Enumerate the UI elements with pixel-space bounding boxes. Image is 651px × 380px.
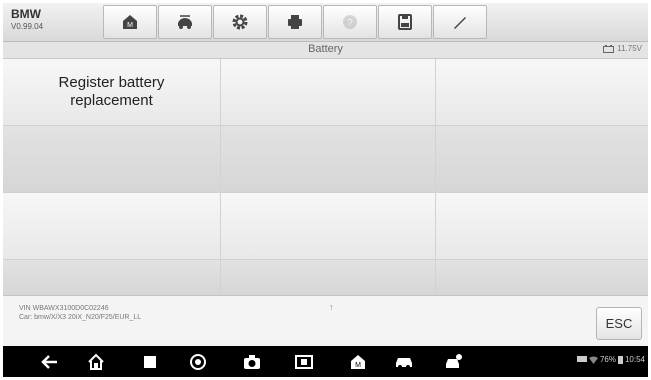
help-icon: ? <box>343 15 357 29</box>
brand-name: BMW <box>11 7 41 21</box>
wifi-icon <box>588 356 598 364</box>
home-icon <box>88 353 104 370</box>
maxisys-home-button[interactable]: M <box>347 351 369 373</box>
recent-apps-button[interactable] <box>139 351 161 373</box>
voltage-value: 11.75V <box>617 44 642 53</box>
browser-icon <box>190 354 206 370</box>
home-icon: M <box>123 15 137 29</box>
grid-row: Register battery replacement <box>3 59 648 125</box>
svg-text:M: M <box>127 22 133 29</box>
vehicle-swap-icon <box>178 15 192 29</box>
vin-text: VIN WBAWX3100D0C02246 <box>19 305 109 312</box>
print-icon <box>288 15 302 29</box>
grid-row <box>3 260 648 295</box>
svg-text:?: ? <box>347 18 353 29</box>
edit-button[interactable] <box>433 5 487 39</box>
save-button[interactable] <box>378 5 432 39</box>
software-version: V0.99.04 <box>11 22 44 31</box>
back-button[interactable] <box>39 351 61 373</box>
empty-cell <box>436 59 648 125</box>
print-button[interactable] <box>268 5 322 39</box>
empty-cell <box>3 260 221 295</box>
status-area: 76% 10:54 <box>576 355 645 364</box>
browser-button[interactable] <box>187 351 209 373</box>
toolbar-buttons: M ? <box>103 5 488 39</box>
help-button[interactable]: ? <box>323 5 377 39</box>
car-button[interactable] <box>393 351 415 373</box>
camera-button[interactable] <box>241 351 263 373</box>
esc-button[interactable]: ESC <box>596 307 642 340</box>
empty-cell <box>221 126 436 192</box>
edit-pen-icon <box>454 17 466 29</box>
car-service-button[interactable] <box>443 351 465 373</box>
recent-apps-icon <box>144 356 156 368</box>
save-icon <box>398 14 412 30</box>
function-grid: Register battery replacement <box>3 59 648 295</box>
car-path-text: Car: bmw/X/X3 20iX_N20/F25/EUR_LL <box>19 314 142 321</box>
screen-mirror-button[interactable] <box>293 351 315 373</box>
grid-row <box>3 126 648 192</box>
battery-percent: 76% <box>599 355 616 364</box>
register-battery-replacement-button[interactable]: Register battery replacement <box>3 59 221 125</box>
settings-gear-icon <box>232 14 248 30</box>
settings-button[interactable] <box>213 5 267 39</box>
android-home-button[interactable] <box>85 351 107 373</box>
device-battery-icon <box>617 356 623 364</box>
maxisys-home-icon: M <box>351 355 365 369</box>
back-icon <box>41 355 57 369</box>
battery-icon <box>603 44 615 53</box>
android-nav-bar: M 76% 10:54 <box>3 346 648 377</box>
page-title-bar: Battery 11.75V <box>3 42 648 59</box>
message-icon <box>576 355 587 362</box>
home-button[interactable]: M <box>103 5 157 39</box>
vehicle-brand: BMW V0.99.04 <box>11 8 43 33</box>
svg-text:M: M <box>355 362 361 369</box>
empty-cell <box>221 193 436 259</box>
grid-row <box>3 193 648 259</box>
empty-cell <box>221 260 436 295</box>
battery-voltage: 11.75V <box>603 44 642 53</box>
empty-cell <box>3 126 221 192</box>
empty-cell <box>3 193 221 259</box>
screen-mirror-icon <box>295 355 313 369</box>
empty-cell <box>436 260 648 295</box>
camera-icon <box>244 355 260 369</box>
vehicle-swap-button[interactable] <box>158 5 212 39</box>
car-service-icon <box>446 354 462 368</box>
empty-cell <box>436 193 648 259</box>
vehicle-info-footer: VIN WBAWX3100D0C02246 Car: bmw/X/X3 20iX… <box>3 295 648 346</box>
top-toolbar: BMW V0.99.04 M ? <box>3 3 648 42</box>
clock: 10:54 <box>624 355 645 364</box>
empty-cell <box>221 59 436 125</box>
page-title: Battery <box>308 43 343 55</box>
scroll-up-indicator: ↑ <box>329 302 334 312</box>
empty-cell <box>436 126 648 192</box>
car-icon <box>396 358 412 369</box>
